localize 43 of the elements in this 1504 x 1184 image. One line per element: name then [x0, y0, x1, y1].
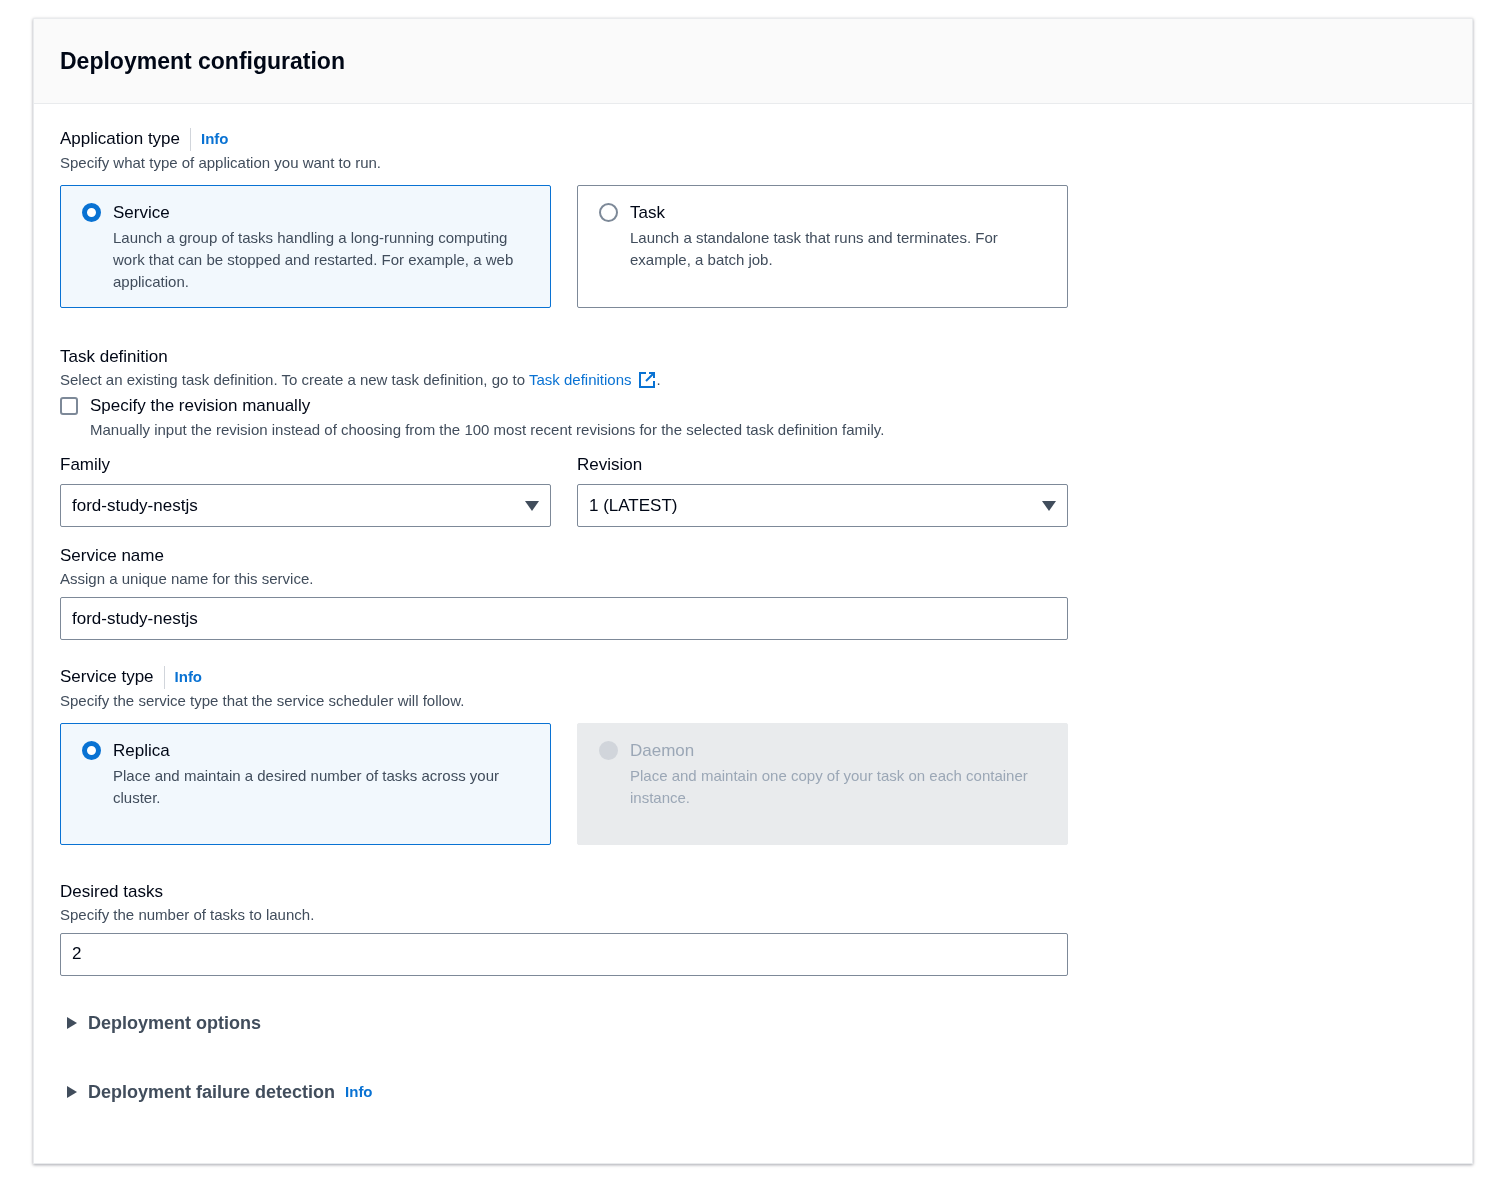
field-description: Specify the service type that the service scheduler will follow.: [60, 690, 466, 711]
option-description: Launch a group of tasks handling a long-running computing work that can be stopped and restarted. For example, a web application.: [113, 228, 515, 292]
field-label: Task definition: [60, 346, 168, 368]
radio-card[interactable]: Task Launch a standalone task that runs and terminates. For example, a batch job.: [577, 184, 1068, 308]
checkbox[interactable]: [60, 397, 78, 415]
field-description: Assign a unique name for this service.: [60, 569, 315, 589]
option-description: Launch a standalone task that runs and terminates. For example, a batch job.: [630, 228, 999, 270]
radio-card[interactable]: Replica Place and maintain a desired number of tasks across your cluster.: [60, 722, 551, 845]
radio-card[interactable]: Service Launch a group of tasks handling a long-running computing work that can be stopped and restarted. For example, a web application.: [60, 184, 551, 308]
checkbox-label: Specify the revision manually: [90, 395, 312, 417]
input-field[interactable]: 2: [60, 932, 1068, 976]
field-label: Service type: [60, 666, 154, 689]
info-link[interactable]: Info: [163, 666, 203, 689]
task-definitions-link[interactable]: Task definitions: [529, 370, 657, 390]
radio-button[interactable]: [82, 740, 101, 760]
field-label: Revision: [577, 454, 643, 476]
option-label: Replica: [113, 739, 171, 762]
field-label: Desired tasks: [60, 880, 163, 903]
field-description: Specify what type of application you want to run.: [60, 152, 383, 173]
field-description: Specify the number of tasks to launch.: [60, 904, 316, 925]
info-link[interactable]: Info: [345, 1080, 373, 1104]
radio-button[interactable]: [82, 202, 101, 222]
checkbox-description: Manually input the revision instead of choosing from the 100 most recent revisions for the selected task definition family.: [90, 420, 885, 440]
info-link[interactable]: Info: [190, 128, 229, 151]
expandable-section-header[interactable]: Deployment failure detection: [88, 1078, 336, 1106]
option-description: Place and maintain a desired number of tasks across your cluster.: [113, 766, 501, 808]
option-label: Service: [113, 201, 171, 224]
field-label: Application type: [60, 128, 181, 151]
select-dropdown[interactable]: 1 (LATEST): [577, 484, 1068, 527]
field-label: Service name: [60, 545, 164, 567]
field-label: Family: [60, 454, 111, 476]
caret-down-icon: [1042, 500, 1056, 511]
external-link-icon: [636, 370, 657, 390]
section-title: Deployment configuration: [60, 46, 345, 76]
option-description: Place and maintain one copy of your task on each container instance.: [630, 766, 1029, 808]
option-label: Daemon: [630, 739, 696, 762]
caret-down-icon: [525, 500, 539, 511]
option-label: Task: [630, 201, 666, 224]
field-description: Select an existing task definition. To create a new task definition, go to Task definitions .: [60, 370, 662, 390]
input-field[interactable]: ford-study-nestjs: [60, 597, 1068, 640]
expandable-section-header[interactable]: Deployment options: [88, 1009, 261, 1037]
select-dropdown[interactable]: ford-study-nestjs: [60, 484, 551, 527]
radio-button[interactable]: [599, 202, 618, 222]
